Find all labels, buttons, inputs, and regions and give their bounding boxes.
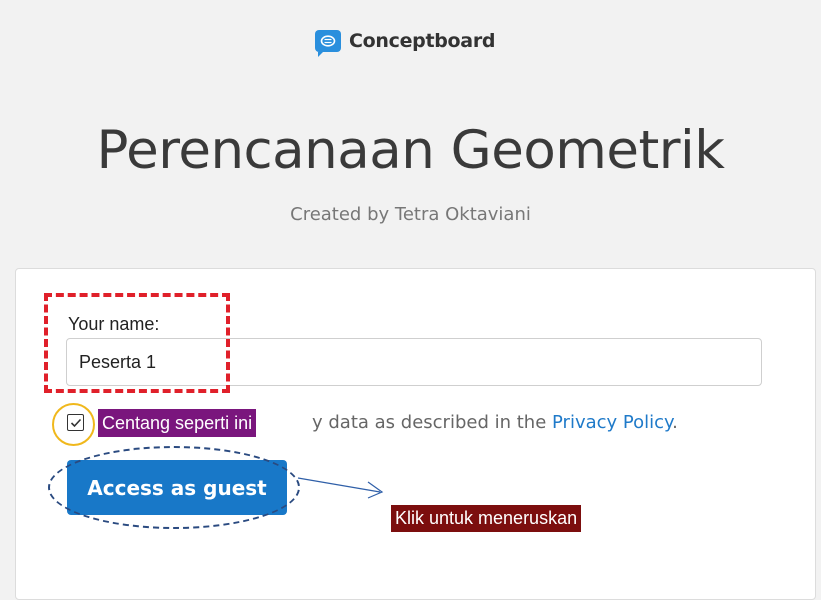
privacy-policy-link[interactable]: Privacy Policy — [552, 412, 672, 433]
checkbox-highlight-circle — [52, 403, 95, 446]
consent-end: . — [672, 412, 678, 433]
consent-text-tail: y data as described in the — [312, 412, 552, 433]
brand-name: Conceptboard — [349, 30, 496, 52]
button-instruction-note: Klik untuk meneruskan — [391, 505, 582, 532]
conceptboard-logo-icon — [315, 30, 341, 57]
board-subtitle: Created by Tetra Oktaviani — [290, 204, 531, 225]
board-title: Perencanaan Geometrik — [96, 120, 725, 181]
brand-header: Conceptboard — [315, 30, 496, 57]
name-highlight-box — [44, 293, 230, 393]
arrow-icon — [297, 477, 384, 499]
checkbox-instruction-note: Centang seperti ini — [98, 409, 257, 437]
button-highlight-ellipse — [48, 446, 300, 529]
